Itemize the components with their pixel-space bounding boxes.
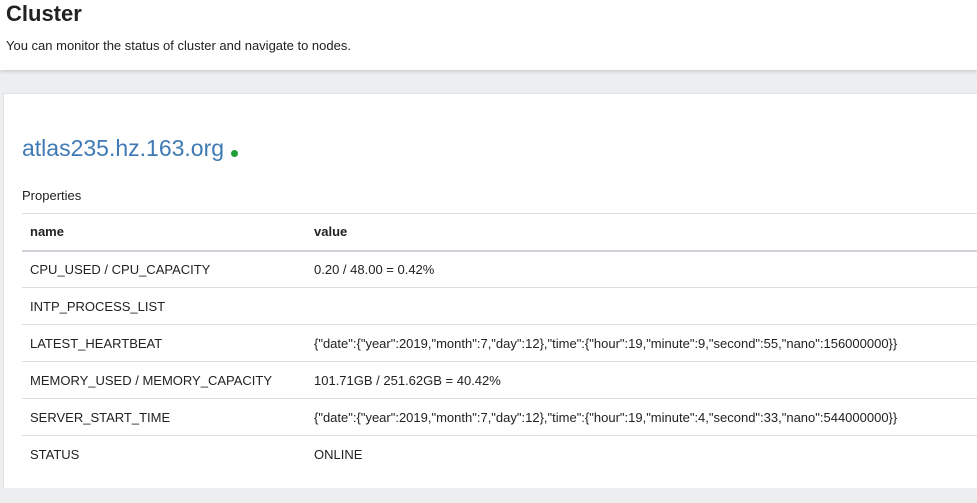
properties-table: name value CPU_USED / CPU_CAPACITY 0.20 … (22, 213, 977, 473)
property-name: INTP_PROCESS_LIST (22, 287, 306, 325)
property-name: STATUS (22, 435, 306, 473)
table-row: SERVER_START_TIME {"date":{"year":2019,"… (22, 398, 977, 436)
property-value (306, 287, 977, 325)
node-card: atlas235.hz.163.org Properties name valu… (3, 93, 977, 488)
property-value: 0.20 / 48.00 = 0.42% (306, 250, 977, 288)
properties-label: Properties (22, 188, 82, 203)
table-row: INTP_PROCESS_LIST (22, 287, 977, 325)
property-name: MEMORY_USED / MEMORY_CAPACITY (22, 361, 306, 399)
page-subtitle: You can monitor the status of cluster an… (6, 38, 351, 53)
online-status-icon (231, 150, 239, 157)
table-row: CPU_USED / CPU_CAPACITY 0.20 / 48.00 = 0… (22, 250, 977, 288)
table-row: STATUS ONLINE (22, 435, 977, 473)
node-header: atlas235.hz.163.org (22, 132, 239, 162)
property-name: CPU_USED / CPU_CAPACITY (22, 250, 306, 288)
node-host-link[interactable]: atlas235.hz.163.org (22, 134, 224, 162)
property-value: 101.71GB / 251.62GB = 40.42% (306, 361, 977, 399)
column-header-value: value (306, 213, 977, 252)
property-name: SERVER_START_TIME (22, 398, 306, 436)
property-value: ONLINE (306, 435, 977, 473)
page-header: Cluster You can monitor the status of cl… (0, 0, 977, 70)
property-value: {"date":{"year":2019,"month":7,"day":12}… (306, 398, 977, 436)
column-header-name: name (22, 213, 306, 252)
table-header-row: name value (22, 213, 977, 252)
property-name: LATEST_HEARTBEAT (22, 324, 306, 362)
page-title: Cluster (6, 1, 82, 26)
property-value: {"date":{"year":2019,"month":7,"day":12}… (306, 324, 977, 362)
page-footer-strip (0, 490, 977, 503)
table-row: LATEST_HEARTBEAT {"date":{"year":2019,"m… (22, 324, 977, 362)
table-row: MEMORY_USED / MEMORY_CAPACITY 101.71GB /… (22, 361, 977, 399)
